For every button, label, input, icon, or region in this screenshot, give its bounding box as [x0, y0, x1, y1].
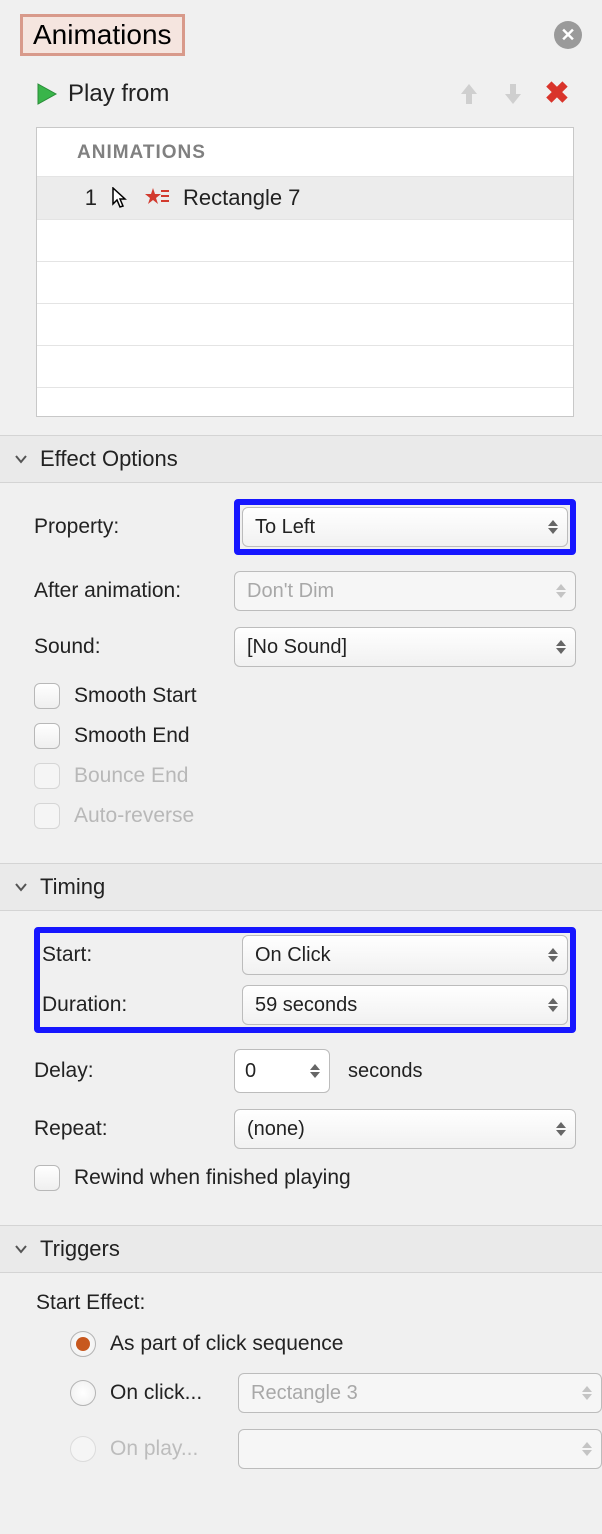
start-effect-label: Start Effect:	[0, 1273, 602, 1323]
select-value: [No Sound]	[247, 636, 347, 659]
checkbox-label: Bounce End	[74, 764, 188, 788]
trigger-onplay-radio	[70, 1436, 96, 1462]
radio-label: As part of click sequence	[110, 1332, 343, 1356]
stepper-icon	[553, 576, 569, 606]
auto-reverse-row: Auto-reverse	[34, 803, 576, 829]
radio-label: On play...	[110, 1437, 220, 1461]
checkbox-label: Smooth Start	[74, 684, 197, 708]
effect-options-body: Property: To Left After animation: Don't…	[0, 483, 602, 863]
animations-list: ANIMATIONS 1 Rectangle 7	[36, 127, 574, 417]
stepper-icon	[307, 1064, 323, 1078]
play-from-label[interactable]: Play from	[68, 80, 442, 108]
animations-panel: Animations ✕ Play from ✖ ANIMATIONS 1	[0, 0, 602, 1489]
delay-unit: seconds	[348, 1060, 423, 1083]
stepper-icon	[579, 1378, 595, 1408]
timing-body: Start: On Click Duration: 59 seconds	[0, 911, 602, 1225]
effect-options-header[interactable]: Effect Options	[0, 435, 602, 483]
stepper-icon	[545, 512, 561, 542]
stepper-icon	[579, 1434, 595, 1464]
checkbox-label: Auto-reverse	[74, 804, 194, 828]
onclick-trigger-icon	[111, 187, 129, 209]
start-label: Start:	[42, 943, 242, 967]
highlight-box: To Left	[234, 499, 576, 555]
smooth-end-row[interactable]: Smooth End	[34, 723, 576, 749]
checkbox-label: Rewind when finished playing	[74, 1166, 351, 1190]
select-value: (none)	[247, 1118, 305, 1141]
select-value: To Left	[255, 516, 315, 539]
rewind-checkbox[interactable]	[34, 1165, 60, 1191]
trigger-sequence-row[interactable]: As part of click sequence	[0, 1323, 602, 1365]
close-panel-button[interactable]: ✕	[554, 21, 582, 49]
smooth-start-row[interactable]: Smooth Start	[34, 683, 576, 709]
trigger-onclick-row[interactable]: On click... Rectangle 3	[0, 1365, 602, 1421]
panel-header: Animations ✕	[0, 0, 602, 64]
triggers-header[interactable]: Triggers	[0, 1225, 602, 1273]
repeat-select[interactable]: (none)	[234, 1109, 576, 1149]
emphasis-effect-icon	[143, 186, 169, 210]
chevron-down-icon	[14, 1242, 30, 1256]
onplay-target-select	[238, 1429, 602, 1469]
delay-label: Delay:	[34, 1059, 234, 1083]
sound-select[interactable]: [No Sound]	[234, 627, 576, 667]
section-title: Triggers	[40, 1236, 120, 1262]
trigger-onclick-radio[interactable]	[70, 1380, 96, 1406]
timing-header[interactable]: Timing	[0, 863, 602, 911]
duration-label: Duration:	[42, 993, 242, 1017]
highlight-box: Start: On Click Duration: 59 seconds	[34, 927, 576, 1033]
bounce-end-checkbox	[34, 763, 60, 789]
remove-animation-button[interactable]: ✖	[540, 76, 574, 111]
empty-row	[37, 262, 573, 304]
smooth-end-checkbox[interactable]	[34, 723, 60, 749]
chevron-down-icon	[14, 452, 30, 466]
trigger-sequence-radio[interactable]	[70, 1331, 96, 1357]
stepper-icon	[545, 990, 561, 1020]
bounce-end-row: Bounce End	[34, 763, 576, 789]
onclick-target-select: Rectangle 3	[238, 1373, 602, 1413]
stepper-icon	[553, 1114, 569, 1144]
play-toolbar: Play from ✖	[0, 64, 602, 121]
select-value: On Click	[255, 944, 331, 967]
after-animation-label: After animation:	[34, 579, 234, 603]
trigger-onplay-row: On play...	[0, 1421, 602, 1477]
select-value: 59 seconds	[255, 994, 357, 1017]
empty-row	[37, 388, 573, 416]
rewind-row[interactable]: Rewind when finished playing	[34, 1165, 576, 1191]
after-animation-select: Don't Dim	[234, 571, 576, 611]
triggers-body: Start Effect: As part of click sequence …	[0, 1273, 602, 1489]
chevron-down-icon	[14, 880, 30, 894]
select-value: Don't Dim	[247, 580, 334, 603]
property-label: Property:	[34, 515, 234, 539]
stepper-icon	[553, 632, 569, 662]
duration-select[interactable]: 59 seconds	[242, 985, 568, 1025]
sound-label: Sound:	[34, 635, 234, 659]
panel-title-tab[interactable]: Animations	[20, 14, 185, 56]
close-icon: ✕	[560, 25, 575, 46]
select-value: Rectangle 3	[251, 1382, 358, 1405]
repeat-label: Repeat:	[34, 1117, 234, 1141]
delay-input[interactable]: 0	[234, 1049, 330, 1093]
auto-reverse-checkbox	[34, 803, 60, 829]
section-title: Timing	[40, 874, 105, 900]
section-title: Effect Options	[40, 446, 178, 472]
input-value: 0	[245, 1060, 256, 1083]
animations-list-header: ANIMATIONS	[37, 128, 573, 177]
move-up-button[interactable]	[452, 80, 486, 108]
empty-row	[37, 346, 573, 388]
move-down-button[interactable]	[496, 80, 530, 108]
animation-index: 1	[77, 185, 97, 211]
empty-row	[37, 304, 573, 346]
smooth-start-checkbox[interactable]	[34, 683, 60, 709]
property-select[interactable]: To Left	[242, 507, 568, 547]
checkbox-label: Smooth End	[74, 724, 190, 748]
animation-target-name: Rectangle 7	[183, 185, 300, 211]
radio-label: On click...	[110, 1381, 220, 1405]
start-select[interactable]: On Click	[242, 935, 568, 975]
animation-list-item[interactable]: 1 Rectangle 7	[37, 177, 573, 220]
stepper-icon	[545, 940, 561, 970]
empty-row	[37, 220, 573, 262]
play-icon[interactable]	[36, 82, 58, 106]
